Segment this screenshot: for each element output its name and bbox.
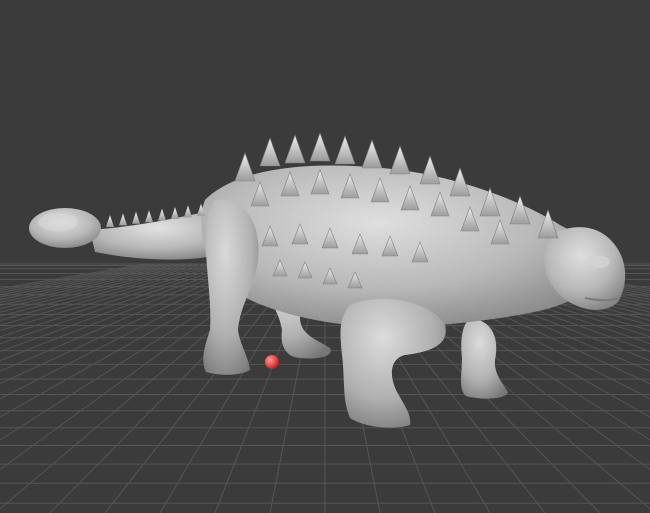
front-leg-far xyxy=(461,318,508,399)
tail-spike xyxy=(106,215,114,227)
grid-line xyxy=(0,263,152,291)
scene-canvas[interactable] xyxy=(0,0,650,513)
grid-line xyxy=(0,263,158,294)
spike xyxy=(309,132,331,162)
grid-line xyxy=(0,263,182,303)
tail-spike xyxy=(158,208,166,221)
grid-line xyxy=(0,263,230,338)
tail-spike xyxy=(184,205,192,218)
spike xyxy=(284,134,306,164)
tail-spike xyxy=(132,211,140,224)
grid-line xyxy=(0,263,188,306)
grid-line xyxy=(0,263,236,345)
grid-line xyxy=(0,263,176,301)
spike xyxy=(334,135,356,165)
spike xyxy=(259,137,281,167)
spike xyxy=(361,139,383,169)
3d-viewport[interactable] xyxy=(0,0,650,513)
tail-spike xyxy=(145,210,153,223)
tail-spike xyxy=(171,207,179,219)
tail-spike xyxy=(119,213,127,226)
pivot-marker-icon[interactable] xyxy=(265,355,279,369)
